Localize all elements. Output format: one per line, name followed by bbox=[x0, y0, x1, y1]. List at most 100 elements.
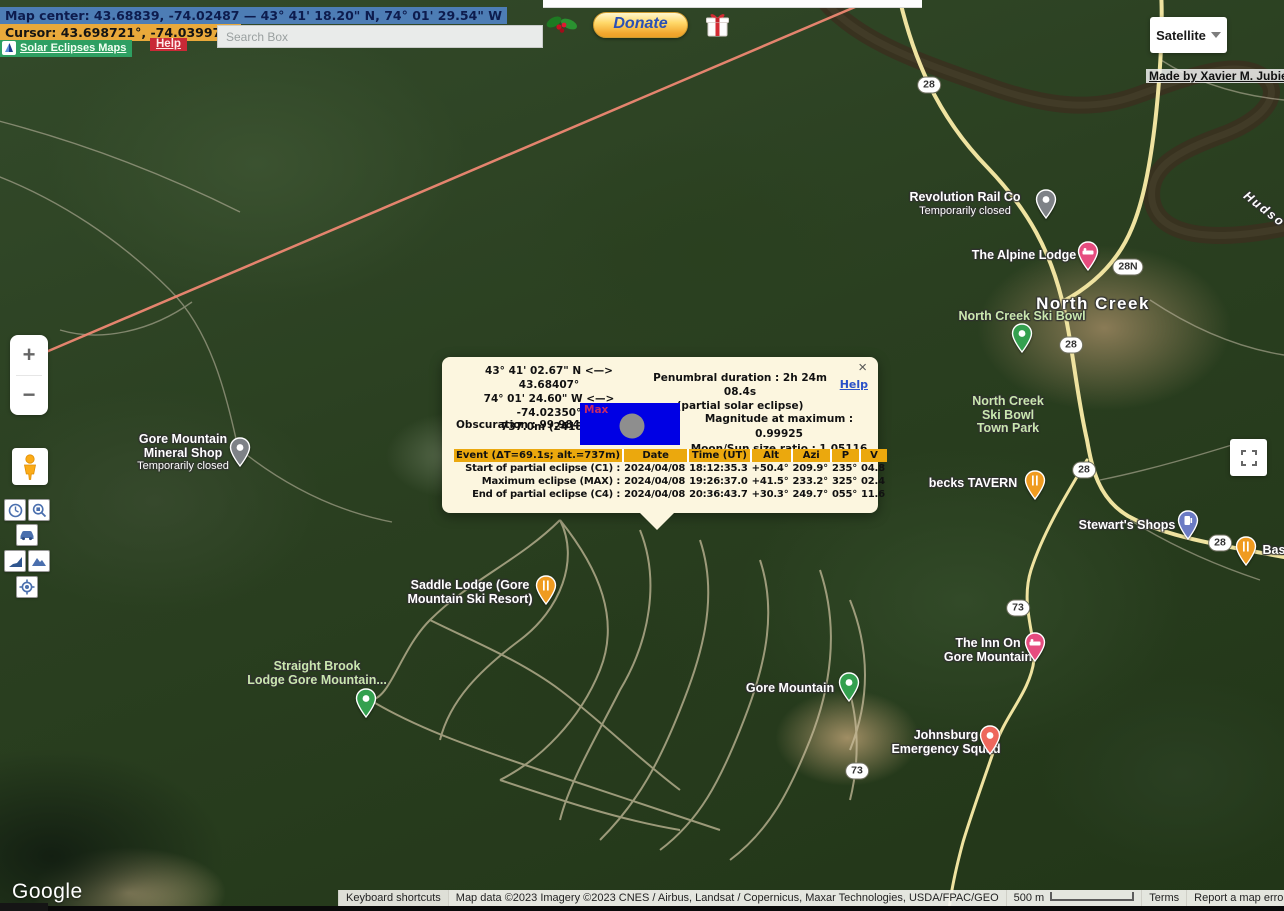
map-data-attribution: Map data ©2023 Imagery ©2023 CNES / Airb… bbox=[448, 890, 1006, 906]
poi-status: Temporarily closed bbox=[909, 205, 1020, 219]
health-pin[interactable] bbox=[979, 725, 1001, 755]
terms-link[interactable]: Terms bbox=[1141, 890, 1186, 906]
eclipse-diagram-max-label: Max bbox=[584, 404, 608, 416]
poi-label-line: Lodge Gore Mountain... bbox=[247, 674, 387, 688]
poi-label-line: North Creek Ski Bowl bbox=[958, 310, 1085, 324]
col-time: Time (UT) bbox=[687, 449, 750, 462]
time-zone-button[interactable] bbox=[4, 499, 26, 521]
latitude-line: 43° 41' 02.67" N <—> 43.68407° bbox=[454, 364, 644, 392]
zoom-box-button[interactable] bbox=[28, 499, 50, 521]
poi-label-line: Gore Mountain bbox=[746, 682, 834, 696]
popup-pointer bbox=[640, 513, 674, 530]
report-map-error-link[interactable]: Report a map error bbox=[1186, 890, 1284, 906]
google-logo[interactable]: Google bbox=[12, 880, 83, 904]
scale-bar bbox=[1050, 892, 1134, 901]
poi-label-line: Mountain Ski Resort) bbox=[407, 593, 532, 607]
poi-label-saddle-lodge[interactable]: Saddle Lodge (Gore Mountain Ski Resort) bbox=[407, 579, 532, 606]
water-label-line: Hudso bbox=[1241, 189, 1284, 230]
bottom-strip bbox=[0, 906, 1284, 911]
eclipse-events-table: Event (ΔT=69.1s; alt.=737m) Date Time (U… bbox=[454, 449, 887, 501]
poi-label-alpine-lodge[interactable]: The Alpine Lodge bbox=[972, 249, 1076, 263]
poi-label-ski-bowl[interactable]: North Creek Ski Bowl bbox=[958, 310, 1085, 324]
credit-link[interactable]: Made by Xavier M. Jubier bbox=[1146, 69, 1284, 83]
poi-label-straight-brook[interactable]: Straight Brook Lodge Gore Mountain... bbox=[247, 660, 387, 687]
poi-label-line: Gore Mountain bbox=[137, 433, 229, 447]
magnifier-box-icon bbox=[32, 503, 47, 518]
cursor-readout: Cursor: 43.698721°, -74.039979° bbox=[0, 24, 241, 41]
poi-label-stewarts-shops[interactable]: Stewart's Shops bbox=[1079, 519, 1176, 533]
map-viewport[interactable]: Revolution Rail Co Temporarily closed Th… bbox=[0, 0, 1284, 911]
col-azi: Azi bbox=[791, 449, 830, 462]
footer-bar: Keyboard shortcuts Map data ©2023 Imager… bbox=[143, 890, 1284, 906]
close-icon[interactable]: × bbox=[852, 358, 873, 377]
keyboard-shortcuts-button[interactable]: Keyboard shortcuts bbox=[338, 890, 448, 906]
popup-help-link[interactable]: Help bbox=[840, 378, 868, 391]
table-header-row: Event (ΔT=69.1s; alt.=737m) Date Time (U… bbox=[454, 449, 887, 462]
my-location-button[interactable] bbox=[16, 576, 38, 598]
table-row: Maximum eclipse (MAX) : 2024/04/08 19:26… bbox=[454, 475, 887, 488]
obscuration-value: Obscuration : 99.984% bbox=[456, 419, 591, 431]
holly-icon bbox=[545, 12, 579, 38]
car-icon bbox=[19, 529, 35, 541]
poi-status: Temporarily closed bbox=[137, 460, 229, 474]
restaurant-pin[interactable] bbox=[1024, 470, 1046, 500]
help-link[interactable]: Help bbox=[150, 38, 187, 51]
poi-label-mineral-shop[interactable]: Gore Mountain Mineral Shop Temporarily c… bbox=[137, 433, 229, 474]
route-shield-73: 73 bbox=[1006, 600, 1030, 617]
poi-label-line: The Inn On bbox=[944, 637, 1032, 651]
park-pin[interactable] bbox=[355, 688, 377, 718]
gas-station-pin[interactable] bbox=[1177, 510, 1199, 540]
mountain-icon bbox=[31, 555, 47, 567]
poi-label-line: becks TAVERN bbox=[929, 477, 1017, 491]
park-pin[interactable] bbox=[1011, 323, 1033, 353]
map-type-button[interactable]: Satellite bbox=[1150, 17, 1227, 53]
poi-label-gore-mountain[interactable]: Gore Mountain bbox=[746, 682, 834, 696]
gray-place-pin[interactable] bbox=[229, 437, 251, 467]
terrain-button[interactable] bbox=[28, 550, 50, 572]
poi-label-line: Straight Brook bbox=[247, 660, 387, 674]
col-date: Date bbox=[622, 449, 687, 462]
fullscreen-button[interactable] bbox=[1230, 439, 1267, 476]
route-shield-73: 73 bbox=[845, 763, 869, 780]
elevation-profile-button[interactable] bbox=[4, 550, 26, 572]
col-alt: Alt bbox=[750, 449, 791, 462]
fullscreen-icon bbox=[1241, 450, 1257, 466]
poi-label-bas-clipped[interactable]: Bas bbox=[1263, 544, 1284, 558]
pegman-control[interactable] bbox=[12, 448, 48, 485]
eclipse-diagram: Max bbox=[580, 403, 680, 445]
lodging-pin[interactable] bbox=[1077, 241, 1099, 271]
restaurant-pin[interactable] bbox=[535, 575, 557, 605]
lodging-pin[interactable] bbox=[1024, 632, 1046, 662]
zoom-in-button[interactable]: + bbox=[10, 335, 48, 375]
poi-label-town-park[interactable]: North Creek Ski Bowl Town Park bbox=[972, 395, 1044, 436]
gift-icon[interactable] bbox=[705, 11, 730, 38]
col-p: P bbox=[830, 449, 859, 462]
eclipse-info-popup: × 43° 41' 02.67" N <—> 43.68407° 74° 01'… bbox=[442, 357, 878, 513]
poi-label-line: Stewart's Shops bbox=[1079, 519, 1176, 533]
eclipse-limit-line bbox=[46, 4, 862, 352]
scale-control[interactable]: 500 m bbox=[1006, 890, 1142, 906]
park-pin[interactable] bbox=[838, 672, 860, 702]
map-type-label: Satellite bbox=[1156, 28, 1206, 43]
poi-label-revolution-rail[interactable]: Revolution Rail Co Temporarily closed bbox=[909, 191, 1020, 218]
solar-eclipses-maps-link[interactable]: Solar Eclipses Maps bbox=[0, 40, 132, 57]
donate-button[interactable]: Donate bbox=[593, 12, 688, 38]
poi-label-line: The Alpine Lodge bbox=[972, 249, 1076, 263]
poi-label-line: Mineral Shop bbox=[137, 447, 229, 461]
col-event: Event (ΔT=69.1s; alt.=737m) bbox=[454, 449, 622, 462]
gray-place-pin[interactable] bbox=[1035, 189, 1057, 219]
poi-label-line: Ski Bowl bbox=[972, 409, 1044, 423]
restaurant-pin[interactable] bbox=[1235, 536, 1257, 566]
clock-icon bbox=[8, 503, 23, 518]
penumbral-duration-value: Penumbral duration : 2h 24m 08.4s bbox=[646, 371, 834, 399]
highways bbox=[898, 0, 1284, 911]
poi-label-becks-tavern[interactable]: becks TAVERN bbox=[929, 477, 1017, 491]
poi-label-inn-on-gore[interactable]: The Inn On Gore Mountain bbox=[944, 637, 1032, 664]
driving-route-button[interactable] bbox=[16, 524, 38, 546]
pegman-icon bbox=[20, 454, 40, 480]
map-center-readout: Map center: 43.68839, -74.02487 — 43° 41… bbox=[0, 7, 507, 24]
zoom-out-button[interactable]: − bbox=[10, 376, 48, 416]
search-input[interactable] bbox=[217, 25, 543, 48]
site-link-label: Solar Eclipses Maps bbox=[20, 42, 126, 54]
top-white-strip bbox=[543, 0, 922, 8]
